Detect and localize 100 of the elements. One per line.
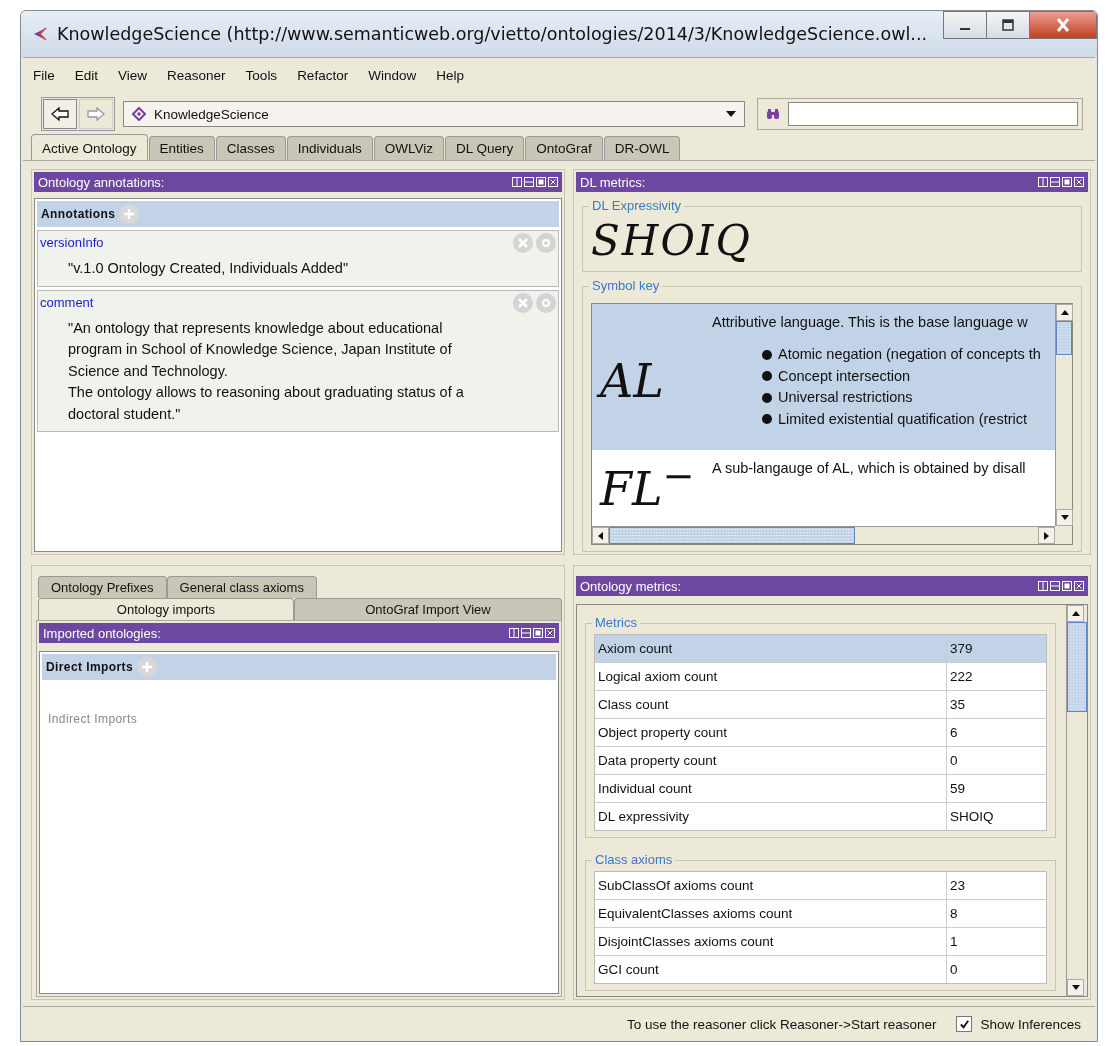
panel-title: Ontology annotations: <box>38 174 165 190</box>
binoculars-icon <box>766 108 780 120</box>
table-cell: 1 <box>946 928 1046 955</box>
tab[interactable]: Classes <box>215 136 286 160</box>
panel-split-icon[interactable] <box>1038 581 1048 591</box>
table-row[interactable]: Logical axiom count 222 <box>595 663 1046 691</box>
window-title: KnowledgeScience (http://www.semanticweb.org/vietto/ontologies/2014/3/KnowledgeScience.owl... <box>57 24 927 44</box>
table-cell: 23 <box>946 872 1046 899</box>
group-label: Class axioms <box>592 852 676 867</box>
panel-stack-icon[interactable] <box>1050 177 1060 187</box>
symbol-row[interactable]: AL Attributive language. This is the base language w Atomic negation (negation of concepts th Concept intersection Universal restrictions Limited existential quatification (restrict <box>592 304 1055 450</box>
table-row[interactable]: Data property count 0 <box>595 747 1046 775</box>
table-cell-text: GCI count <box>597 961 660 979</box>
down-arrow-icon[interactable] <box>1071 985 1080 990</box>
group-label: DL Expressivity <box>589 198 685 213</box>
table-cell-text: Axiom count <box>597 640 674 658</box>
close-icon[interactable] <box>1074 177 1084 187</box>
bullet-icon <box>762 414 772 425</box>
bullet-text: Atomic negation (negation of concepts th <box>778 345 1041 364</box>
minimize-button[interactable] <box>943 11 987 39</box>
group-label: Metrics <box>592 615 640 630</box>
panel-stack-icon[interactable] <box>1050 581 1060 591</box>
table-cell-text: Logical axiom count <box>597 668 719 686</box>
table-row[interactable]: DL expressivity SHOIQ <box>595 803 1046 830</box>
table-cell: 6 <box>946 719 1046 746</box>
back-arrow-icon <box>50 107 70 121</box>
maximize-icon[interactable] <box>533 628 543 638</box>
ontology-icon <box>132 107 146 121</box>
tab[interactable]: Active Ontology <box>31 134 148 160</box>
panel-stack-icon[interactable] <box>524 177 534 187</box>
table-cell-text: Object property count <box>597 724 729 742</box>
tab[interactable]: Individuals <box>286 136 373 160</box>
symbol-glyph: AL <box>592 347 712 407</box>
scrollbar-thumb[interactable] <box>1056 321 1072 355</box>
vertical-scrollbar[interactable] <box>1055 304 1072 526</box>
annotation-value: "An ontology that represents knowledge about educational program in School of Knowledge Science, Japan Institute of Science and Technology. The ontology allows to reasoning about graduating status of a doctoral student." <box>68 318 465 424</box>
table-row[interactable]: SubClassOf axioms count 23 <box>595 872 1046 900</box>
close-icon[interactable] <box>1074 581 1084 591</box>
search-field[interactable] <box>788 102 1078 126</box>
table-row[interactable]: Axiom count 379 <box>595 635 1046 663</box>
maximize-icon[interactable] <box>1062 581 1072 591</box>
menu-item[interactable]: View <box>118 67 148 83</box>
section-title: Indirect Imports <box>48 712 139 726</box>
symbol-glyph: FL$^{−}$ <box>598 452 696 516</box>
menu-item[interactable]: Tools <box>245 67 278 83</box>
scrollbar-thumb[interactable] <box>609 527 855 544</box>
table-row[interactable]: DisjointClasses axioms count 1 <box>595 928 1046 956</box>
tab[interactable]: DL Query <box>444 136 525 160</box>
table-row[interactable]: GCI count 0 <box>595 956 1046 983</box>
vertical-scrollbar[interactable] <box>1066 605 1087 996</box>
menu-item[interactable]: File <box>33 67 55 83</box>
panel-split-icon[interactable] <box>512 177 522 187</box>
tab[interactable]: OntoGraf <box>525 136 603 160</box>
panel-split-icon[interactable] <box>1038 177 1048 187</box>
status-message: To use the reasoner click Reasoner->Start reasoner <box>626 1016 937 1032</box>
up-arrow-icon[interactable] <box>1060 310 1069 315</box>
table-cell-text: Individual count <box>597 780 693 798</box>
bullet-icon <box>762 371 772 382</box>
close-icon[interactable] <box>545 628 555 638</box>
maximize-icon[interactable] <box>536 177 546 187</box>
horizontal-scrollbar[interactable] <box>592 526 1055 544</box>
panel-stack-icon[interactable] <box>521 628 531 638</box>
up-arrow-icon[interactable] <box>1071 611 1080 616</box>
down-arrow-icon[interactable] <box>1060 515 1069 520</box>
table-cell: 59 <box>946 775 1046 802</box>
table-cell: 0 <box>946 747 1046 774</box>
bullet-text: Limited existential quatification (restrict <box>778 409 1028 429</box>
table-row[interactable]: Individual count 59 <box>595 775 1046 803</box>
close-icon[interactable] <box>548 177 558 187</box>
tab[interactable]: Entities <box>148 136 215 160</box>
menu-item[interactable]: Edit <box>74 67 99 83</box>
table-row[interactable]: EquivalentClasses axioms count 8 <box>595 900 1046 928</box>
tab[interactable]: OntoGraf Import View <box>294 598 562 620</box>
scrollbar-thumb[interactable] <box>1067 622 1087 712</box>
table-cell: 35 <box>946 691 1046 718</box>
table-cell-text: DL expressivity <box>597 808 691 826</box>
table-row[interactable]: Object property count 6 <box>595 719 1046 747</box>
right-arrow-icon[interactable] <box>1044 531 1049 540</box>
maximize-icon[interactable] <box>1062 177 1072 187</box>
menu-item[interactable]: Refactor <box>297 67 349 83</box>
back-button[interactable] <box>43 99 77 129</box>
bullet-text: Universal restrictions <box>778 388 913 407</box>
menu-item[interactable]: Help <box>436 67 464 83</box>
tab[interactable]: General class axioms <box>166 576 317 598</box>
table-row[interactable]: Class count 35 <box>595 691 1046 719</box>
menu-item[interactable]: Reasoner <box>167 67 226 83</box>
tab[interactable]: Ontology imports <box>38 598 294 620</box>
ontology-dropdown[interactable]: KnowledgeScience <box>123 101 745 127</box>
menu-item[interactable]: Window <box>368 67 417 83</box>
tab[interactable]: OWLViz <box>373 136 444 160</box>
panel-title: DL metrics: <box>580 174 646 190</box>
checkbox[interactable] <box>956 1016 973 1032</box>
close-button[interactable] <box>1029 11 1097 39</box>
left-arrow-icon[interactable] <box>598 531 603 540</box>
tab[interactable]: Ontology Prefixes <box>38 576 167 598</box>
tab[interactable]: DR-OWL <box>603 136 681 160</box>
panel-split-icon[interactable] <box>509 628 519 638</box>
annotation-property[interactable]: comment <box>40 294 94 310</box>
maximize-button[interactable] <box>986 11 1030 39</box>
annotation-property[interactable]: versionInfo <box>40 235 104 250</box>
